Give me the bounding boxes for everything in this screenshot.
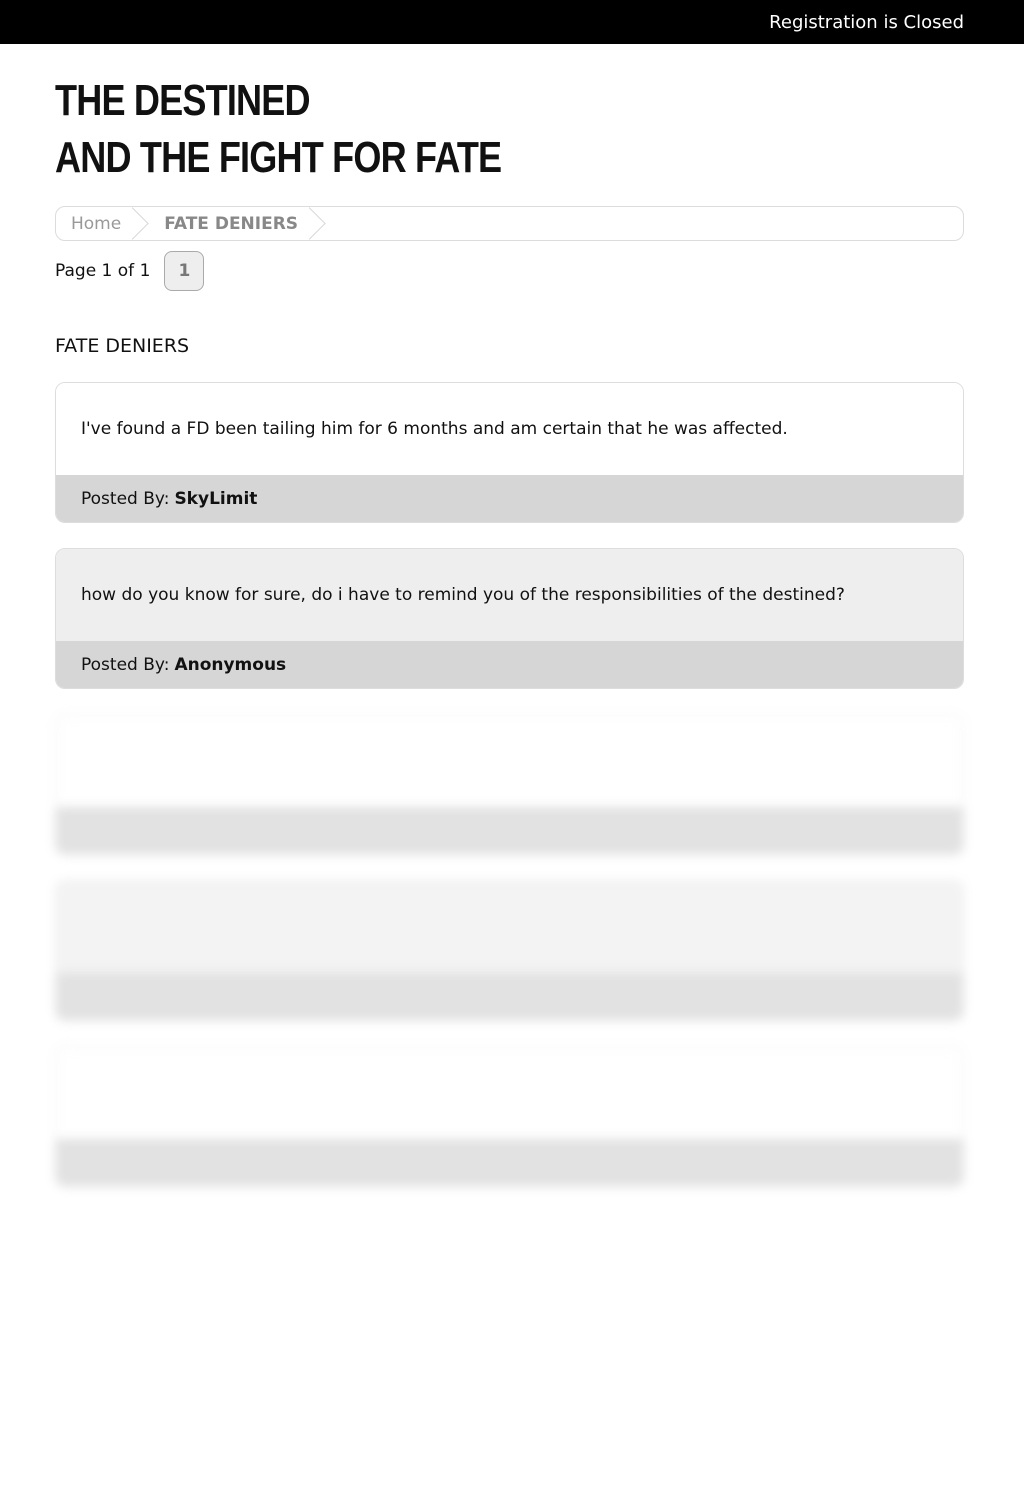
forum-title: FATE DENIERS xyxy=(55,335,190,357)
post-footer: Posted By: SkyLimit xyxy=(56,475,963,522)
post-footer-blurred xyxy=(56,1139,963,1186)
post-author[interactable]: Anonymous xyxy=(174,655,286,675)
post-body-blurred xyxy=(56,1047,963,1139)
breadcrumb-home[interactable]: Home xyxy=(56,207,149,240)
page-label: Page 1 of 1 xyxy=(55,261,151,281)
page-button-1[interactable]: 1 xyxy=(164,251,205,291)
top-bar: Registration is Closed xyxy=(0,0,1024,44)
post: how do you know for sure, do i have to r… xyxy=(55,548,964,689)
site-title-line2: AND THE FIGHT FOR FATE xyxy=(55,133,502,182)
post-blurred xyxy=(55,714,964,855)
posted-by-label: Posted By: xyxy=(81,654,170,675)
site-title-line1: THE DESTINED xyxy=(55,76,311,125)
main-container: THE DESTINED AND THE FIGHT FOR FATE Home… xyxy=(55,72,964,1187)
post-footer-blurred xyxy=(56,807,963,854)
posted-by-label: Posted By: xyxy=(81,488,170,509)
breadcrumb: Home FATE DENIERS xyxy=(55,206,964,241)
post-blurred xyxy=(55,880,964,1021)
site-title[interactable]: THE DESTINED AND THE FIGHT FOR FATE xyxy=(55,72,800,186)
post: I've found a FD been tailing him for 6 m… xyxy=(55,382,964,523)
breadcrumb-fate-deniers[interactable]: FATE DENIERS xyxy=(149,207,326,240)
post-author[interactable]: SkyLimit xyxy=(174,489,257,509)
post-body-blurred xyxy=(56,715,963,807)
post-body-blurred xyxy=(56,881,963,973)
post-body: I've found a FD been tailing him for 6 m… xyxy=(56,383,963,475)
pagination: Page 1 of 1 1 xyxy=(55,251,964,291)
registration-status: Registration is Closed xyxy=(769,11,964,33)
post-footer: Posted By: Anonymous xyxy=(56,641,963,688)
post-blurred xyxy=(55,1046,964,1187)
post-footer-blurred xyxy=(56,973,963,1020)
blurred-posts xyxy=(55,714,964,1187)
post-body: how do you know for sure, do i have to r… xyxy=(56,549,963,641)
